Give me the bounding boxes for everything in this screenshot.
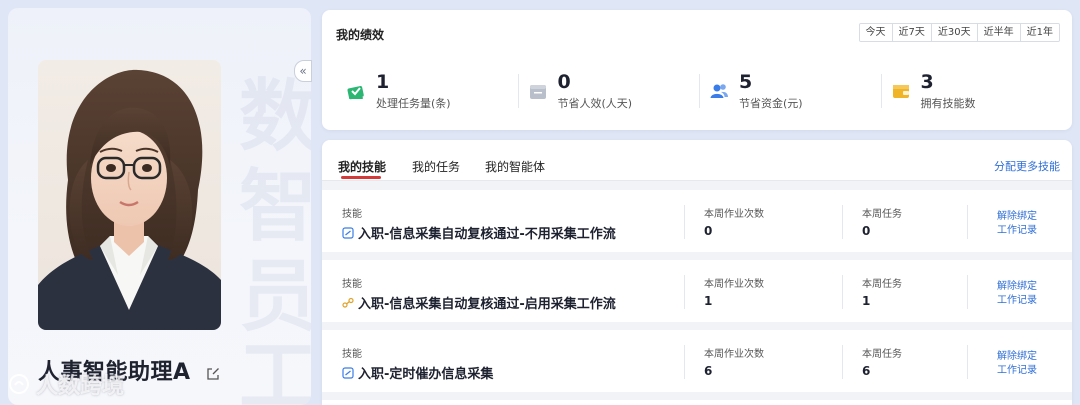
weekly-tasks-label: 本周任务 <box>862 279 902 290</box>
divider <box>684 345 685 379</box>
stat-tasks: 1 处理任务量(条) <box>336 66 518 116</box>
background-glyph: 数 <box>238 72 311 162</box>
weekly-tasks-label: 本周任务 <box>862 209 902 220</box>
agent-avatar <box>38 60 221 330</box>
skill-name-text: 入职-信息采集自动复核通过-不用采集工作流 <box>358 227 616 242</box>
divider <box>842 275 843 309</box>
work-log-link[interactable]: 工作记录 <box>997 291 1037 306</box>
stat-label: 处理任务量(条) <box>376 97 451 110</box>
weekly-runs-value: 1 <box>704 294 713 308</box>
stat-manday: 0 节省人效(人天) <box>517 66 700 116</box>
range-half-year[interactable]: 近半年 <box>976 24 1020 41</box>
time-range-selector: 今天 近7天 近30天 近半年 近1年 <box>858 23 1060 42</box>
skill-row: 技能 入职-信息采集自动复核通过-不用采集工作流 本周作业次数 0 本周任务 0… <box>322 190 1072 252</box>
weekly-runs-label: 本周作业次数 <box>704 349 764 360</box>
avatar-illustration <box>38 69 221 330</box>
stat-value: 3 <box>920 71 934 93</box>
unbind-link[interactable]: 解除绑定 <box>997 277 1037 292</box>
divider <box>967 205 968 239</box>
flow-icon <box>342 366 354 379</box>
weekly-runs-label: 本周作业次数 <box>704 209 764 220</box>
task-check-icon <box>347 86 364 100</box>
skill-name-text: 入职-信息采集自动复核通过-启用采集工作流 <box>358 297 616 312</box>
skills-tabs: 我的技能 我的任务 我的智能体 分配更多技能 <box>322 140 1072 181</box>
tab-my-tasks[interactable]: 我的任务 <box>412 158 460 175</box>
wallet-icon <box>892 85 909 98</box>
performance-stats: 1 处理任务量(条) 0 节省人效(人天) 5 节省资金(元) 3 拥有技能数 <box>336 66 1062 116</box>
tab-my-agents[interactable]: 我的智能体 <box>485 158 545 175</box>
performance-card: 我的绩效 今天 近7天 近30天 近半年 近1年 1 处理任务量(条) 0 节省… <box>322 10 1072 130</box>
skill-name: 入职-定时催办信息采集 <box>342 363 493 382</box>
skill-row-partial <box>322 400 1072 405</box>
tab-my-skills[interactable]: 我的技能 <box>338 158 386 175</box>
weekly-tasks-value: 1 <box>862 294 871 308</box>
divider <box>967 345 968 379</box>
unbind-link[interactable]: 解除绑定 <box>997 207 1037 222</box>
range-1y[interactable]: 近1年 <box>1019 24 1059 41</box>
background-glyph: 员 <box>238 252 311 342</box>
stat-value: 5 <box>739 71 753 93</box>
unbind-link[interactable]: 解除绑定 <box>997 347 1037 362</box>
active-tab-indicator <box>341 176 381 179</box>
flow-icon <box>342 226 354 239</box>
weekly-tasks-value: 0 <box>862 224 871 238</box>
weekly-tasks-value: 6 <box>862 364 871 378</box>
weekly-runs-value: 0 <box>704 224 713 238</box>
divider <box>842 345 843 379</box>
skill-name: 入职-信息采集自动复核通过-启用采集工作流 <box>342 293 616 312</box>
stat-label: 节省资金(元) <box>739 97 803 110</box>
double-chevron-left-icon: « <box>299 64 307 78</box>
watermark-text: 人数跨境 <box>36 374 125 399</box>
weekly-runs-label: 本周作业次数 <box>704 279 764 290</box>
stat-savings: 5 节省资金(元) <box>699 66 881 116</box>
watermark-logo-icon <box>9 374 29 394</box>
watermark: 人数跨境 <box>8 368 124 400</box>
stat-value: 0 <box>557 71 571 93</box>
range-7d[interactable]: 近7天 <box>891 24 931 41</box>
divider <box>842 205 843 239</box>
range-30d[interactable]: 近30天 <box>930 24 977 41</box>
background-glyph: 智 <box>238 162 311 252</box>
skill-kind-label: 技能 <box>342 209 362 220</box>
stat-label: 节省人效(人天) <box>557 97 633 110</box>
work-log-link[interactable]: 工作记录 <box>997 221 1037 236</box>
skills-card: 我的技能 我的任务 我的智能体 分配更多技能 技能 入职-信息采集自动复核通过-… <box>322 140 1072 405</box>
edit-name-icon[interactable] <box>206 366 220 380</box>
weekly-runs-value: 6 <box>704 364 713 378</box>
divider <box>684 205 685 239</box>
users-icon <box>710 84 728 98</box>
skill-kind-label: 技能 <box>342 349 362 360</box>
range-today[interactable]: 今天 <box>859 24 892 41</box>
node-icon <box>342 297 354 308</box>
skill-kind-label: 技能 <box>342 279 362 290</box>
collapse-panel-button[interactable]: « <box>294 60 312 82</box>
assign-more-skills-link[interactable]: 分配更多技能 <box>994 158 1060 174</box>
skill-name-text: 入职-定时催办信息采集 <box>358 367 494 382</box>
skill-name: 入职-信息采集自动复核通过-不用采集工作流 <box>342 223 616 242</box>
divider <box>967 275 968 309</box>
skill-row: 技能 入职-信息采集自动复核通过-启用采集工作流 本周作业次数 1 本周任务 1… <box>322 260 1072 322</box>
stat-skills: 3 拥有技能数 <box>880 66 1063 116</box>
divider <box>684 275 685 309</box>
skill-row: 技能 入职-定时催办信息采集 本周作业次数 6 本周任务 6 解除绑定 工作记录 <box>322 330 1072 392</box>
stat-value: 1 <box>376 71 390 93</box>
background-glyph: 工 <box>238 332 311 405</box>
work-log-link[interactable]: 工作记录 <box>997 361 1037 376</box>
folder-icon <box>529 85 546 99</box>
performance-title: 我的绩效 <box>336 28 385 42</box>
weekly-tasks-label: 本周任务 <box>862 349 902 360</box>
stat-label: 拥有技能数 <box>920 97 976 110</box>
